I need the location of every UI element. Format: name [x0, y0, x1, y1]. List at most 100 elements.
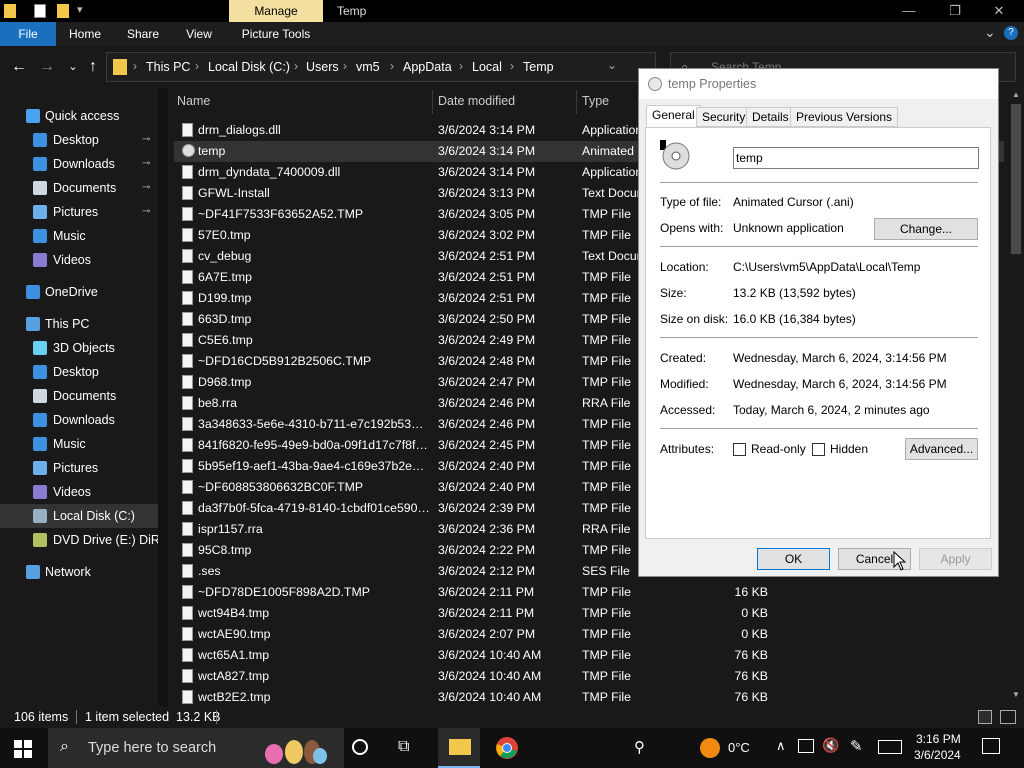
breadcrumb-users[interactable]: Users — [306, 60, 339, 74]
readonly-checkbox[interactable] — [733, 443, 746, 456]
minimize-button[interactable]: — — [886, 0, 932, 22]
back-arrow-icon[interactable]: ← — [8, 56, 30, 78]
column-header-type[interactable]: Type — [582, 94, 609, 108]
sidebar-item-desktop[interactable]: Desktop — [0, 360, 158, 384]
column-header-date[interactable]: Date modified — [438, 94, 515, 108]
breadcrumb-appdata[interactable]: AppData — [403, 60, 452, 74]
breadcrumb-temp[interactable]: Temp — [523, 60, 554, 74]
sidebar-item-pictures[interactable]: Pictures — [0, 456, 158, 480]
filename-input[interactable]: temp — [733, 147, 979, 169]
advanced-button[interactable]: Advanced... — [905, 438, 978, 460]
tab-picture-tools[interactable]: Picture Tools — [232, 22, 320, 46]
properties-icon[interactable] — [34, 4, 46, 18]
readonly-label[interactable]: Read-only — [751, 442, 806, 456]
help-icon[interactable]: ? — [1004, 26, 1018, 40]
quick-access-dropdown-icon[interactable]: ▾ — [77, 3, 83, 16]
close-button[interactable]: ✕ — [976, 0, 1022, 22]
file-explorer-taskbar-button[interactable] — [438, 728, 480, 768]
chrome-icon[interactable] — [496, 737, 518, 759]
sidebar-item-label: Local Disk (C:) — [53, 509, 135, 523]
sidebar-item-downloads[interactable]: Downloads — [0, 408, 158, 432]
sidebar-item-documents[interactable]: Documents ⊸ — [0, 176, 158, 200]
taskbar-search[interactable]: ⌕ Type here to search — [48, 728, 344, 768]
navigation-pane-scrollbar[interactable] — [158, 88, 168, 706]
clock-date[interactable]: 3/6/2024 — [914, 748, 961, 762]
large-icons-view-icon[interactable] — [1000, 710, 1016, 724]
file-date: 3/6/2024 2:11 PM — [438, 606, 535, 620]
file-row[interactable]: ~DFD78DE1005F898A2D.TMP 3/6/2024 2:11 PM T… — [174, 582, 1004, 603]
accessed-label: Accessed: — [660, 403, 716, 417]
breadcrumb-local-disk[interactable]: Local Disk (C:) — [208, 60, 290, 74]
tab-general[interactable]: General — [646, 105, 701, 128]
clock-time[interactable]: 3:16 PM — [916, 732, 961, 746]
notifications-icon[interactable] — [982, 738, 1000, 754]
keyboard-icon[interactable] — [878, 740, 902, 754]
breadcrumb-this-pc[interactable]: This PC — [146, 60, 190, 74]
sidebar-item-onedrive[interactable]: OneDrive — [0, 280, 158, 304]
sidebar-item-pictures[interactable]: Pictures ⊸ — [0, 200, 158, 224]
weather-icon[interactable] — [700, 738, 720, 758]
dialog-title-bar[interactable]: temp Properties — [639, 69, 998, 99]
sidebar-item-music[interactable]: Music — [0, 432, 158, 456]
hidden-label[interactable]: Hidden — [830, 442, 868, 456]
file-type: RRA File — [582, 396, 631, 410]
ribbon-collapse-icon[interactable]: ⌄ — [984, 24, 996, 41]
maximize-button[interactable]: ❐ — [932, 0, 978, 22]
column-divider[interactable] — [576, 90, 577, 114]
manage-tab[interactable]: Manage — [229, 0, 323, 22]
file-icon — [182, 417, 193, 431]
recent-locations-icon[interactable]: ⌄ — [62, 56, 84, 78]
breadcrumb-vm5[interactable]: vm5 — [356, 60, 380, 74]
sidebar-item-network[interactable]: Network — [0, 560, 158, 584]
column-header-name[interactable]: Name — [177, 94, 210, 108]
address-dropdown-icon[interactable]: ⌄ — [607, 58, 617, 72]
scroll-up-icon[interactable]: ▲ — [1012, 90, 1020, 99]
show-hidden-icons-icon[interactable]: ∧ — [776, 738, 786, 754]
column-divider[interactable] — [432, 90, 433, 114]
sidebar-item-desktop[interactable]: Desktop ⊸ — [0, 128, 158, 152]
volume-muted-icon[interactable]: 🔇 — [822, 737, 839, 754]
tab-details[interactable]: Details — [746, 107, 795, 127]
task-view-icon[interactable]: ⧉ — [398, 738, 409, 756]
sidebar-item-videos[interactable]: Videos — [0, 480, 158, 504]
file-row[interactable]: wctA827.tmp 3/6/2024 10:40 AM TMP File 76 K… — [174, 666, 1004, 687]
file-list-scrollbar[interactable]: ▲ ▼ — [1008, 88, 1024, 706]
change-button[interactable]: Change... — [874, 218, 978, 240]
sidebar-item-dvd-drive-e-dirt2[interactable]: DVD Drive (E:) DiRT2 — [0, 528, 158, 552]
people-icon[interactable]: ⚲ — [634, 738, 645, 756]
cortana-icon[interactable] — [352, 739, 368, 755]
details-view-icon[interactable] — [978, 710, 992, 724]
up-arrow-icon[interactable]: ↑ — [82, 56, 104, 78]
sidebar-item-downloads[interactable]: Downloads ⊸ — [0, 152, 158, 176]
scroll-thumb[interactable] — [1011, 104, 1021, 254]
address-bar[interactable]: › This PC › Local Disk (C:) › Users › vm… — [106, 52, 656, 82]
folder-icon[interactable] — [4, 4, 16, 18]
sidebar-item-local-disk-c[interactable]: Local Disk (C:) — [0, 504, 158, 528]
file-row[interactable]: wctB2E2.tmp 3/6/2024 10:40 AM TMP File 76 K… — [174, 687, 1004, 706]
tab-security[interactable]: Security — [696, 107, 752, 127]
new-folder-icon[interactable] — [57, 4, 69, 18]
file-row[interactable]: wct65A1.tmp 3/6/2024 10:40 AM TMP File 76 K… — [174, 645, 1004, 666]
forward-arrow-icon[interactable]: → — [36, 56, 58, 78]
file-row[interactable]: wctAE90.tmp 3/6/2024 2:07 PM TMP File 0 KB — [174, 624, 1004, 645]
sidebar-item-documents[interactable]: Documents — [0, 384, 158, 408]
sidebar-item-quick-access[interactable]: Quick access — [0, 104, 158, 128]
pen-icon[interactable]: ✎ — [850, 737, 863, 755]
sidebar-item-videos[interactable]: Videos — [0, 248, 158, 272]
ok-button[interactable]: OK — [757, 548, 830, 570]
file-row[interactable]: wct94B4.tmp 3/6/2024 2:11 PM TMP File 0 KB — [174, 603, 1004, 624]
sidebar-item-3d-objects[interactable]: 3D Objects — [0, 336, 158, 360]
breadcrumb-local[interactable]: Local — [472, 60, 502, 74]
tab-share[interactable]: Share — [118, 22, 168, 46]
tab-previous-versions[interactable]: Previous Versions — [790, 107, 899, 127]
tab-home[interactable]: Home — [60, 22, 110, 46]
tab-view[interactable]: View — [176, 22, 222, 46]
network-status-icon[interactable] — [798, 739, 814, 753]
scroll-down-icon[interactable]: ▼ — [1012, 690, 1020, 699]
windows-start-icon[interactable] — [14, 740, 32, 758]
sidebar-item-music[interactable]: Music — [0, 224, 158, 248]
tab-file[interactable]: File — [0, 22, 56, 46]
sidebar-item-this-pc[interactable]: This PC — [0, 312, 158, 336]
weather-temperature[interactable]: 0°C — [728, 740, 750, 755]
hidden-checkbox[interactable] — [812, 443, 825, 456]
